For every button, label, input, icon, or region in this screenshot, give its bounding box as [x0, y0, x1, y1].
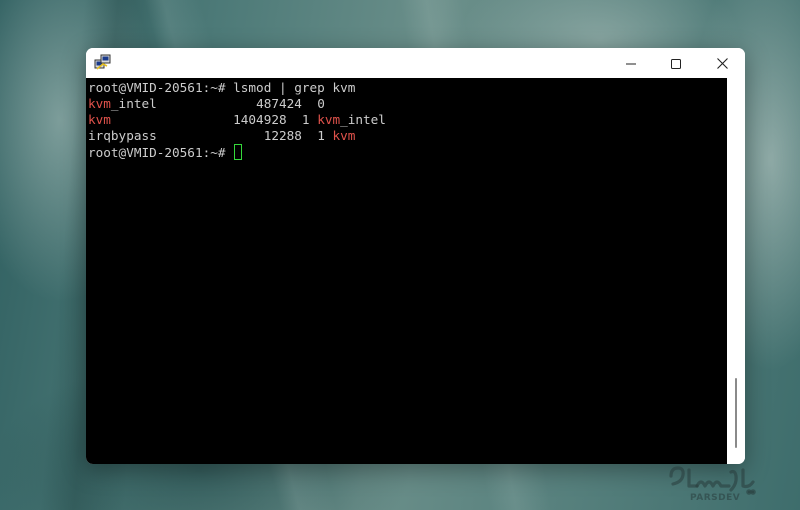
title-bar[interactable]: [86, 48, 745, 78]
module-used: 1: [317, 128, 325, 143]
terminal-window[interactable]: root@VMID-20561:~# lsmod | grep kvm kvm_i…: [86, 48, 745, 464]
used-by-highlight: kvm: [317, 112, 341, 127]
command-line: root@VMID-20561:~# lsmod | grep kvm: [88, 80, 386, 96]
prompt: root@VMID-20561:~#: [88, 80, 226, 95]
close-icon: [716, 54, 728, 73]
module-size: 1404928: [233, 112, 287, 127]
module-used: 1: [301, 112, 310, 127]
module-used: 0: [317, 96, 325, 111]
text-cursor: [234, 144, 243, 160]
terminal-text: root@VMID-20561:~# lsmod | grep kvm kvm_i…: [88, 80, 386, 160]
lsmod-row: kvm_intel 487424 0: [88, 96, 386, 112]
module-size: 487424: [256, 96, 302, 111]
minimize-icon: [626, 54, 636, 73]
module-size: 12288: [263, 128, 302, 143]
maximize-icon: [671, 54, 681, 73]
used-by-highlight: kvm: [332, 128, 356, 143]
terminal-output[interactable]: root@VMID-20561:~# lsmod | grep kvm kvm_i…: [86, 78, 727, 464]
close-button[interactable]: [699, 48, 745, 78]
prompt-line: root@VMID-20561:~#: [88, 144, 386, 160]
maximize-button[interactable]: [653, 48, 699, 78]
module-name-highlight: kvm: [88, 112, 111, 127]
lsmod-row: kvm 1404928 1 kvm_intel: [88, 112, 386, 128]
command-text: lsmod | grep kvm: [233, 80, 356, 95]
prompt: root@VMID-20561:~#: [88, 145, 226, 160]
module-name: irqbypass: [88, 128, 157, 143]
module-name: _intel: [110, 96, 157, 111]
lsmod-row: irqbypass 12288 1 kvm: [88, 128, 386, 144]
minimize-button[interactable]: [608, 48, 654, 78]
used-by: _intel: [340, 112, 386, 127]
watermark-brand-text: PARSDEV: [690, 493, 741, 503]
scrollbar-thumb[interactable]: [735, 378, 737, 448]
putty-icon[interactable]: [94, 54, 111, 71]
vertical-scrollbar[interactable]: [727, 78, 745, 464]
module-name-highlight: kvm: [88, 96, 111, 111]
